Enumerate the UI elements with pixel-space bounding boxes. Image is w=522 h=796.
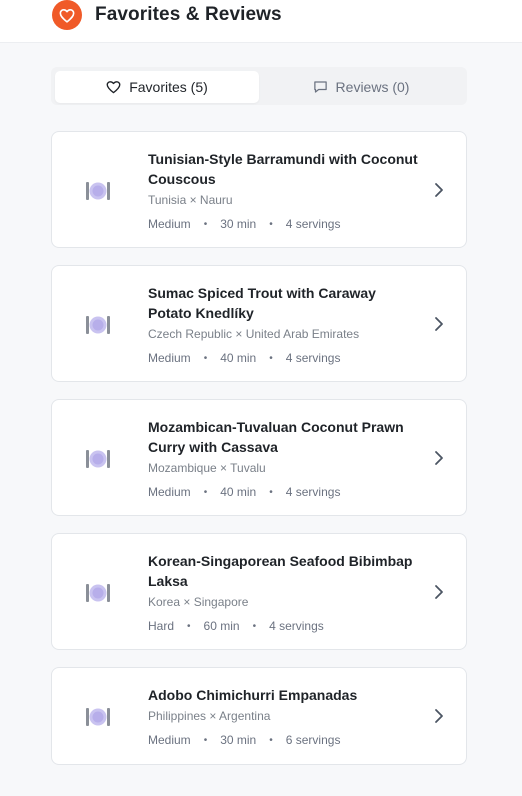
- tab-reviews[interactable]: Reviews (0): [259, 71, 463, 103]
- separator-dot: •: [203, 486, 208, 498]
- separator-dot: •: [269, 218, 273, 230]
- recipe-time: 30 min: [220, 217, 257, 231]
- separator-dot: •: [187, 620, 191, 632]
- chevron-right-icon: [435, 451, 443, 465]
- plate-icon: [86, 182, 110, 200]
- separator-dot: •: [203, 352, 208, 364]
- page-header: Favorites & Reviews: [0, 0, 522, 43]
- recipe-time: 40 min: [220, 485, 257, 499]
- comment-icon: [313, 81, 327, 93]
- recipe-origin: Tunisia × Nauru: [148, 193, 233, 207]
- recipe-servings: 4 servings: [285, 351, 341, 365]
- chevron-right-icon: [435, 183, 443, 197]
- recipe-difficulty: Medium: [148, 733, 191, 747]
- separator-dot: •: [252, 620, 257, 632]
- recipe-title: Korean-Singaporean Seafood Bibimbap Laks…: [148, 553, 413, 589]
- favorite-card[interactable]: Tunisian-Style Barramundi with Coconut C…: [51, 131, 467, 248]
- recipe-title: Mozambican-Tuvaluan Coconut Prawn Curry …: [148, 419, 404, 455]
- plate-icon: [86, 316, 110, 334]
- separator-dot: •: [269, 352, 273, 364]
- favorite-card[interactable]: Adobo Chimichurri Empanadas Philippines …: [51, 667, 467, 765]
- tab-bar: Favorites (5) Reviews (0): [51, 67, 467, 105]
- plate-icon: [86, 584, 110, 602]
- recipe-meta: Medium • 40 min • 4 servings: [148, 351, 340, 365]
- plate-icon: [86, 708, 110, 726]
- recipe-origin: Korea × Singapore: [148, 595, 249, 609]
- separator-dot: •: [203, 734, 208, 746]
- recipe-servings: 6 servings: [285, 733, 341, 747]
- recipe-origin: Philippines × Argentina: [148, 709, 271, 723]
- plate-icon: [86, 450, 110, 468]
- favorite-card[interactable]: Sumac Spiced Trout with Caraway Potato K…: [51, 265, 467, 382]
- recipe-meta: Medium • 40 min • 4 servings: [148, 485, 340, 499]
- tab-favorites[interactable]: Favorites (5): [55, 71, 259, 103]
- recipe-origin: Czech Republic × United Arab Emirates: [148, 327, 360, 341]
- recipe-title: Sumac Spiced Trout with Caraway Potato K…: [148, 285, 376, 321]
- recipe-servings: 4 servings: [269, 619, 324, 633]
- heart-icon: [52, 0, 82, 30]
- recipe-time: 30 min: [220, 733, 257, 747]
- separator-dot: •: [269, 734, 273, 746]
- chevron-right-icon: [435, 317, 443, 331]
- recipe-title: Adobo Chimichurri Empanadas: [148, 687, 358, 703]
- recipe-difficulty: Medium: [148, 217, 191, 231]
- recipe-difficulty: Medium: [148, 485, 191, 499]
- recipe-meta: Medium • 30 min • 4 servings: [148, 217, 340, 231]
- recipe-title: Tunisian-Style Barramundi with Coconut C…: [148, 151, 418, 187]
- separator-dot: •: [269, 486, 273, 498]
- recipe-difficulty: Hard: [148, 619, 175, 633]
- separator-dot: •: [203, 218, 208, 230]
- favorite-card[interactable]: Korean-Singaporean Seafood Bibimbap Laks…: [51, 533, 467, 650]
- recipe-meta: Medium • 30 min • 6 servings: [148, 733, 340, 747]
- tab-reviews-label: Reviews (0): [335, 79, 410, 95]
- chevron-right-icon: [435, 709, 443, 723]
- recipe-time: 60 min: [203, 619, 240, 633]
- recipe-meta: Hard • 60 min • 4 servings: [148, 619, 324, 633]
- recipe-servings: 4 servings: [285, 485, 341, 499]
- tab-favorites-label: Favorites (5): [129, 79, 208, 95]
- recipe-origin: Mozambique × Tuvalu: [148, 461, 266, 475]
- recipe-servings: 4 servings: [285, 217, 341, 231]
- page-title: Favorites & Reviews: [95, 4, 282, 25]
- chevron-right-icon: [435, 585, 443, 599]
- heart-outline-icon: [106, 81, 121, 94]
- recipe-time: 40 min: [220, 351, 257, 365]
- favorite-card[interactable]: Mozambican-Tuvaluan Coconut Prawn Curry …: [51, 399, 467, 516]
- recipe-difficulty: Medium: [148, 351, 191, 365]
